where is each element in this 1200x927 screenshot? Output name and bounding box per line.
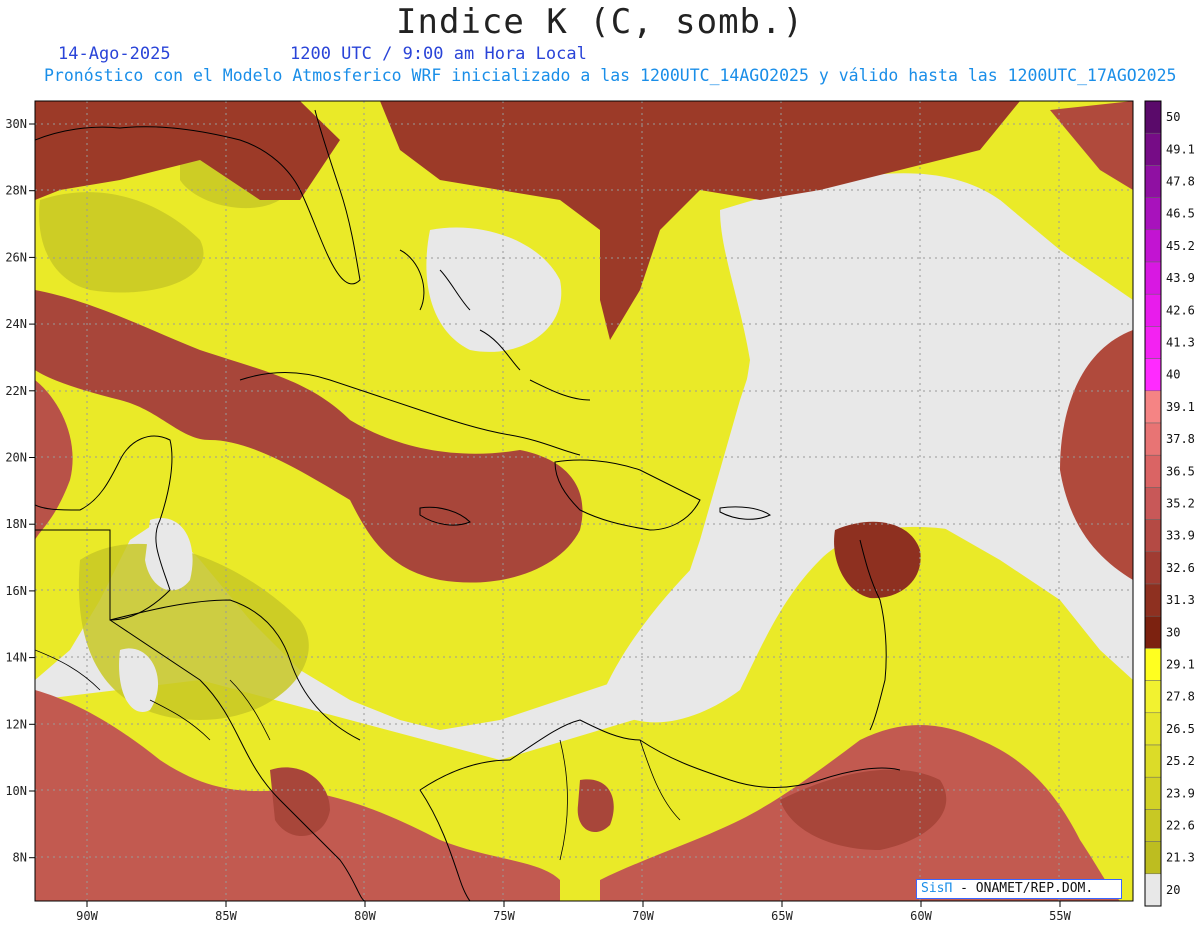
colorbar-label: 30: [1166, 625, 1180, 639]
credit-brand: SisΠ: [921, 881, 953, 896]
colorbar-segment: [1144, 648, 1162, 681]
lon-tick-label: 75W: [493, 909, 515, 923]
lat-tick-label: 18N: [5, 517, 27, 531]
colorbar-segment: [1144, 873, 1162, 907]
lat-tick-label: 30N: [5, 117, 27, 131]
colorbar-label: 31.3: [1166, 593, 1195, 607]
lat-tick-label: 26N: [5, 250, 27, 264]
lat-tick-label: 16N: [5, 584, 27, 598]
lat-tick-label: 22N: [5, 384, 27, 398]
colorbar-segment: [1144, 712, 1162, 746]
latitude-axis: 30N 28N 26N 24N 22N 20N 18N 16N 14N 12N 10N 8N: [5, 117, 35, 865]
colorbar-segment: [1144, 809, 1162, 842]
colorbar-segment: [1144, 390, 1162, 424]
lat-tick-label: 24N: [5, 317, 27, 331]
lon-tick-label: 85W: [215, 909, 237, 923]
colorbar-segment: [1144, 358, 1162, 392]
credit-text: - ONAMET/REP.DOM.: [952, 881, 1094, 896]
lat-tick-label: 14N: [5, 651, 27, 665]
colorbar-segment: [1144, 165, 1162, 198]
lat-tick-label: 28N: [5, 184, 27, 198]
colorbar-segment: [1144, 197, 1162, 231]
lon-tick-label: 60W: [910, 909, 932, 923]
map-figure: 30N 28N 26N 24N 22N 20N 18N 16N 14N 12N 10N 8N 90W 8…: [5, 100, 1195, 923]
lat-tick-label: 12N: [5, 717, 27, 731]
lat-tick-label: 10N: [5, 784, 27, 798]
colorbar-segment: [1144, 551, 1162, 585]
colorbar-label: 39.1: [1166, 400, 1195, 414]
colorbar-segment: [1144, 615, 1162, 649]
colorbar-label: 26.5: [1166, 722, 1195, 736]
longitude-axis: 90W 85W 80W 75W 70W 65W 60W 55W: [76, 901, 1072, 923]
colorbar-segment: [1144, 487, 1162, 520]
colorbar-label: 23.9: [1166, 786, 1195, 800]
colorbar-segment: [1144, 744, 1162, 778]
lon-tick-label: 70W: [632, 909, 654, 923]
colorbar-label: 45.2: [1166, 239, 1195, 253]
colorbar-segment: [1144, 229, 1162, 263]
colorbar-label: 29.1: [1166, 658, 1195, 672]
colorbar-label: 36.5: [1166, 464, 1195, 478]
colorbar: 50 49.1 47.8 46.5 45.2 43.9 42.6 41.3 40 39.1 37.8…: [1144, 100, 1195, 907]
colorbar-label: 47.8: [1166, 175, 1195, 189]
colorbar-label: 41.3: [1166, 336, 1195, 350]
lon-tick-label: 65W: [771, 909, 793, 923]
colorbar-label: 25.2: [1166, 754, 1195, 768]
lon-tick-label: 80W: [354, 909, 376, 923]
colorbar-segment: [1144, 261, 1162, 295]
colorbar-segment: [1144, 422, 1162, 456]
lat-tick-label: 8N: [13, 851, 27, 865]
colorbar-label: 40: [1166, 368, 1180, 382]
colorbar-label: 33.9: [1166, 529, 1195, 543]
colorbar-label: 46.5: [1166, 207, 1195, 221]
credit-box: SisΠ - ONAMET/REP.DOM.: [916, 879, 1122, 899]
lon-tick-label: 90W: [76, 909, 98, 923]
colorbar-segment: [1144, 776, 1162, 810]
colorbar-label: 37.8: [1166, 432, 1195, 446]
colorbar-label: 43.9: [1166, 271, 1195, 285]
colorbar-label: 32.6: [1166, 561, 1195, 575]
colorbar-label: 21.3: [1166, 851, 1195, 865]
colorbar-segment: [1144, 680, 1162, 714]
colorbar-label: 27.8: [1166, 690, 1195, 704]
colorbar-segment: [1144, 583, 1162, 617]
colorbar-segment: [1144, 293, 1162, 327]
colorbar-label: 20: [1166, 883, 1180, 897]
colorbar-segment: [1144, 454, 1162, 488]
colorbar-segment: [1144, 100, 1162, 134]
colorbar-label: 50: [1166, 110, 1180, 124]
colorbar-label: 35.2: [1166, 497, 1195, 511]
lon-tick-label: 55W: [1049, 909, 1071, 923]
colorbar-segment: [1144, 841, 1162, 875]
colorbar-label: 42.6: [1166, 303, 1195, 317]
colorbar-segment: [1144, 326, 1162, 359]
colorbar-label: 22.6: [1166, 819, 1195, 833]
lat-tick-label: 20N: [5, 451, 27, 465]
colorbar-segment: [1144, 519, 1162, 553]
colorbar-label: 49.1: [1166, 142, 1195, 156]
colorbar-segment: [1144, 132, 1162, 166]
k-index-field: [35, 101, 1133, 901]
